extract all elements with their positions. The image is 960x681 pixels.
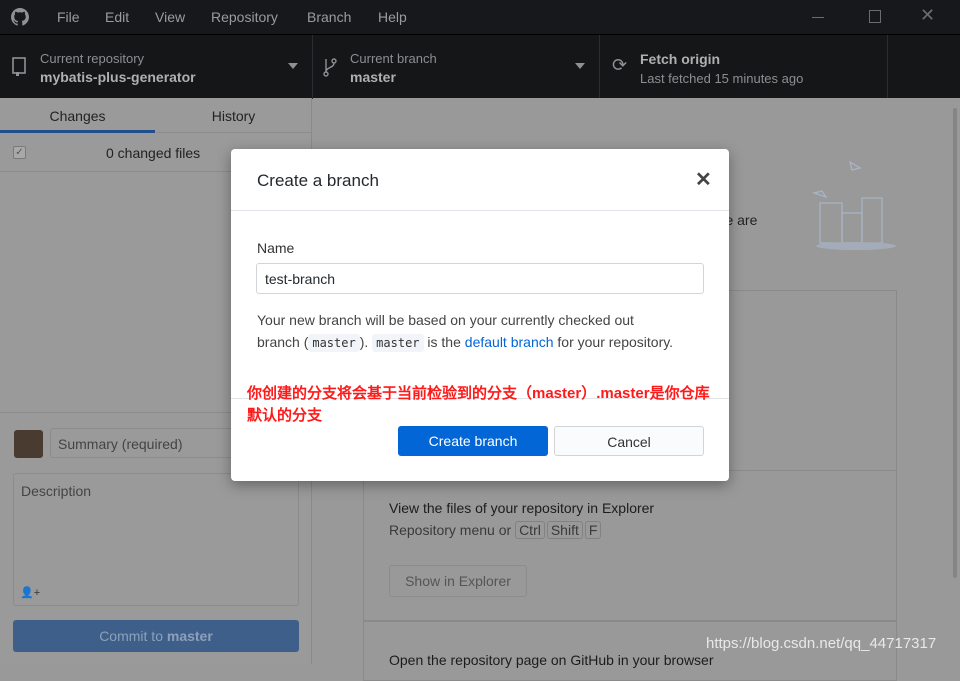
branch-name: master [350, 69, 396, 85]
branch-code: master [372, 334, 424, 352]
maximize-button[interactable] [869, 10, 881, 23]
cancel-button[interactable]: Cancel [554, 426, 704, 456]
tab-changes[interactable]: Changes [0, 98, 155, 133]
menu-repository[interactable]: Repository [211, 9, 278, 25]
desc-text: ). [359, 334, 373, 350]
close-window-button[interactable]: ✕ [920, 5, 935, 26]
chevron-down-icon [575, 63, 585, 69]
fetch-origin-button[interactable]: ⟳ Fetch origin Last fetched 15 minutes a… [600, 35, 888, 99]
explorer-hint: Repository menu or Ctrl Shift F [389, 521, 603, 539]
hint-text: Repository menu or [389, 522, 512, 538]
menu-view[interactable]: View [155, 9, 185, 25]
last-fetched: Last fetched 15 minutes ago [640, 71, 804, 86]
annotation-text: 你创建的分支将会基于当前检验到的分支（master）.master是你仓库默认的… [247, 385, 710, 424]
default-branch-link[interactable]: default branch [465, 334, 554, 350]
explorer-card: View the files of your repository in Exp… [363, 470, 897, 621]
tab-history[interactable]: History [156, 98, 311, 133]
menu-file[interactable]: File [57, 9, 80, 25]
commit-label: Commit to [99, 628, 167, 644]
current-repository-button[interactable]: Current repository mybatis-plus-generato… [0, 35, 313, 99]
dialog-description: Your new branch will be based on your cu… [257, 309, 677, 354]
branch-name-input[interactable]: test-branch [256, 263, 704, 294]
github-title: Open the repository page on GitHub in yo… [389, 652, 714, 668]
add-coauthor-icon[interactable]: 👤+ [20, 586, 40, 599]
explorer-title: View the files of your repository in Exp… [389, 500, 655, 516]
repo-name: mybatis-plus-generator [40, 69, 196, 85]
sync-icon: ⟳ [612, 55, 628, 75]
name-label: Name [257, 240, 295, 256]
fetch-label: Fetch origin [640, 51, 721, 67]
menu-help[interactable]: Help [378, 9, 407, 25]
show-in-explorer-button[interactable]: Show in Explorer [389, 565, 527, 597]
key-shift: Shift [546, 521, 583, 539]
desc-text: for your repository. [553, 334, 674, 350]
chevron-down-icon [288, 63, 298, 69]
repo-icon [12, 57, 26, 76]
minimize-button[interactable] [812, 17, 824, 18]
branch-icon [323, 58, 337, 77]
description-placeholder: Description [21, 483, 92, 499]
dialog-title: Create a branch [257, 171, 379, 190]
scrollbar[interactable] [953, 108, 957, 578]
commit-button[interactable]: Commit to master [13, 620, 299, 652]
empty-state-illustration [811, 160, 896, 250]
key-f: F [584, 521, 602, 539]
repo-label: Current repository [40, 51, 145, 66]
branch-label: Current branch [350, 51, 437, 66]
branch-code: master [308, 334, 360, 352]
divider [231, 210, 729, 211]
avatar [14, 430, 43, 458]
toolbar: Current repository mybatis-plus-generato… [0, 34, 960, 99]
key-ctrl: Ctrl [515, 521, 545, 539]
close-dialog-button[interactable]: ✕ [695, 167, 712, 192]
github-logo-icon [11, 8, 29, 26]
menu-branch[interactable]: Branch [307, 9, 351, 25]
commit-branch: master [166, 628, 213, 644]
desc-text: is the [423, 334, 465, 350]
current-branch-button[interactable]: Current branch master [313, 35, 600, 99]
watermark: https://blog.csdn.net/qq_44717317 [706, 635, 937, 652]
create-branch-dialog: Create a branch ✕ Name test-branch Your … [231, 149, 729, 481]
select-all-checkbox[interactable]: ✓ [13, 146, 26, 159]
title-bar: File Edit View Repository Branch Help ✕ [0, 0, 960, 34]
description-input[interactable]: Description 👤+ [13, 473, 299, 606]
create-branch-button[interactable]: Create branch [398, 426, 548, 456]
changed-files-count: 0 changed files [106, 145, 201, 161]
menu-edit[interactable]: Edit [105, 9, 129, 25]
